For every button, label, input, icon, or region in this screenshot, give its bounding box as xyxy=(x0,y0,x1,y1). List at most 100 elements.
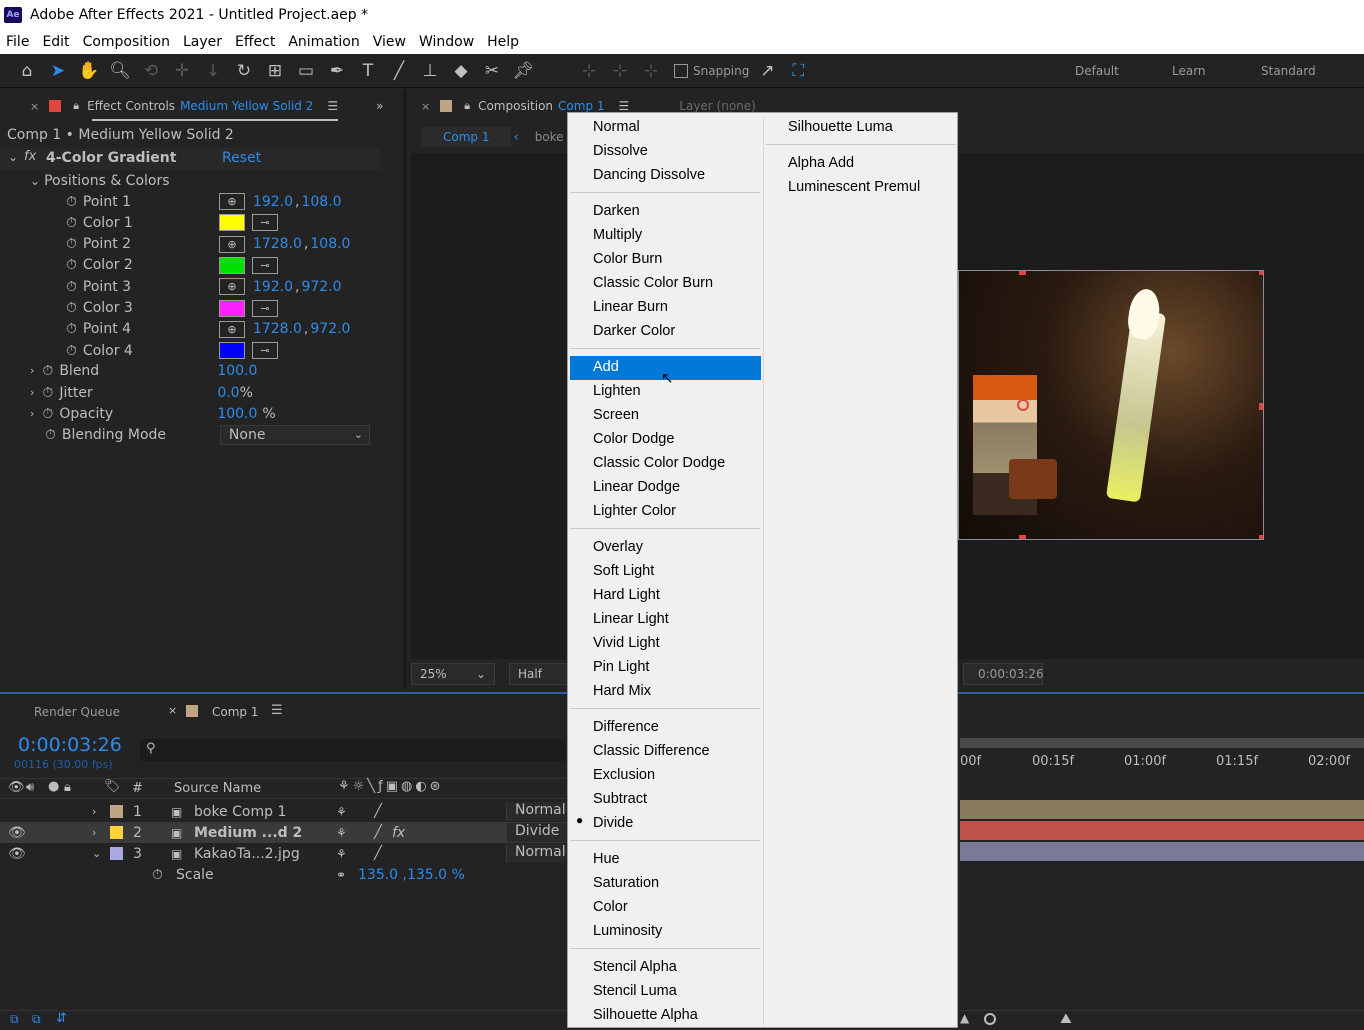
menu-animation[interactable]: Animation xyxy=(288,34,359,50)
point-x[interactable]: 192.0 xyxy=(253,279,293,295)
menu-item-luminosity[interactable]: Luminosity xyxy=(593,919,662,943)
menu-composition[interactable]: Composition xyxy=(83,34,170,50)
menu-item-classic-color-burn[interactable]: Classic Color Burn xyxy=(593,271,713,295)
composition-tab[interactable]: Composition xyxy=(478,99,553,113)
toggle-modes-icon[interactable]: ⇵ xyxy=(56,1011,67,1026)
snap-options-icon[interactable]: ↗ xyxy=(754,58,780,84)
menu-layer[interactable]: Layer xyxy=(183,34,222,50)
menu-item-overlay[interactable]: Overlay xyxy=(593,535,643,559)
menu-item-difference[interactable]: Difference xyxy=(593,715,659,739)
menu-item-vivid-light[interactable]: Vivid Light xyxy=(593,631,660,655)
menu-item-hue[interactable]: Hue xyxy=(593,847,620,871)
label-color[interactable] xyxy=(110,847,123,860)
color-swatch[interactable] xyxy=(218,342,245,360)
eraser-tool-icon[interactable]: ◆ xyxy=(448,58,474,84)
comp-flowchart-icon[interactable]: ⧉ xyxy=(10,1012,19,1027)
eye-icon[interactable]: 👁︎ xyxy=(8,780,25,795)
close-icon[interactable]: × xyxy=(30,100,39,113)
stopwatch-icon[interactable]: ⏱︎ xyxy=(66,257,77,273)
handle-br[interactable] xyxy=(1259,535,1263,539)
work-area-bar[interactable] xyxy=(960,738,1364,748)
opacity-row[interactable]: › ⏱︎ Opacity 100.0 % xyxy=(0,403,380,424)
menu-item-hard-light[interactable]: Hard Light xyxy=(593,583,660,607)
handle-bm[interactable] xyxy=(1019,535,1026,539)
axis-world-icon[interactable]: ⊹ xyxy=(607,58,633,84)
scale-row[interactable]: ⏱︎ Scale ⚭ 135.0 ,135.0 % xyxy=(0,864,566,885)
point-x[interactable]: 1728.0 xyxy=(253,236,302,252)
point-y[interactable]: 972.0 xyxy=(301,279,341,295)
chevron-left-icon[interactable]: ‹ xyxy=(513,130,518,145)
quality-switch-icon[interactable]: ╱ xyxy=(374,846,382,861)
panel-menu-icon[interactable]: ☰ xyxy=(619,99,630,113)
pan-camera-icon[interactable]: ✛ xyxy=(169,58,195,84)
zoom-slider[interactable] xyxy=(984,1013,996,1025)
axis-local-icon[interactable]: ⊹ xyxy=(576,58,602,84)
shy-switch-icon[interactable]: ⚘ xyxy=(336,826,347,840)
stopwatch-icon[interactable]: ⏱︎ xyxy=(66,343,77,359)
stopwatch-icon[interactable]: ⏱︎ xyxy=(152,867,163,883)
menu-item-darken[interactable]: Darken xyxy=(593,199,640,223)
crosshair-icon[interactable]: ⊕ xyxy=(218,193,245,210)
orbit-camera-icon[interactable]: ⟲ xyxy=(138,58,164,84)
stopwatch-icon[interactable]: ⏱︎ xyxy=(42,385,53,401)
menu-item-normal[interactable]: Normal xyxy=(593,115,640,139)
stopwatch-icon[interactable]: ⏱︎ xyxy=(66,194,77,210)
fx-icon[interactable]: fx xyxy=(24,149,36,164)
menu-item-stencil-alpha[interactable]: Stencil Alpha xyxy=(593,955,677,979)
menu-view[interactable]: View xyxy=(373,34,406,50)
effect-controls-tab[interactable]: Effect Controls xyxy=(87,99,175,113)
menu-item-silhouette-alpha[interactable]: Silhouette Alpha xyxy=(593,1003,698,1027)
expand-panels-icon[interactable]: » xyxy=(376,99,383,113)
switches-icon[interactable]: ⚘☼╲ƒ▣◍◐⊛ xyxy=(338,779,444,794)
prop-row-point-3[interactable]: ⏱︎ Point 3 ⊕ 192.0, 972.0 xyxy=(0,276,380,297)
menu-item-dancing-dissolve[interactable]: Dancing Dissolve xyxy=(593,163,705,187)
label-color[interactable] xyxy=(110,805,123,818)
scale-value[interactable]: 135.0 ,135.0 % xyxy=(358,867,465,883)
layer2-bar[interactable] xyxy=(960,821,1364,840)
lock-icon[interactable]: 🔒︎ xyxy=(64,780,71,795)
blend-value[interactable]: 100.0 xyxy=(217,363,257,379)
menu-item-lighten[interactable]: Lighten xyxy=(593,379,641,403)
menu-item-add[interactable]: Add xyxy=(593,355,619,379)
snapping-checkbox[interactable] xyxy=(674,63,688,78)
lock-icon[interactable]: 🔒︎ xyxy=(464,99,470,113)
jitter-value[interactable]: 0.0 xyxy=(217,385,239,401)
prop-row-color-1[interactable]: ⏱︎ Color 1 ⊸ xyxy=(0,212,380,233)
layer-mode[interactable]: Divide xyxy=(506,823,566,842)
source-name-header[interactable]: Source Name xyxy=(174,781,261,796)
zoom-tool-icon[interactable]: 🔍︎ xyxy=(107,58,133,84)
brush-tool-icon[interactable]: ╱ xyxy=(386,58,412,84)
dolly-camera-icon[interactable]: ↓ xyxy=(200,58,226,84)
crosshair-icon[interactable]: ⊕ xyxy=(218,278,245,296)
label-color[interactable] xyxy=(110,826,123,839)
color-swatch[interactable] xyxy=(218,256,245,274)
menu-item-soft-light[interactable]: Soft Light xyxy=(593,559,654,583)
workspace-default[interactable]: Default xyxy=(1075,64,1119,78)
render-queue-tab[interactable]: Render Queue xyxy=(34,705,120,719)
crosshair-icon[interactable]: ⊕ xyxy=(218,235,245,253)
menu-item-lighter-color[interactable]: Lighter Color xyxy=(593,499,676,523)
prop-row-color-3[interactable]: ⏱︎ Color 3 ⊸ xyxy=(0,298,380,319)
shy-switch-icon[interactable]: ⚘ xyxy=(336,805,347,819)
effect-header-row[interactable]: ⌄ fx 4-Color Gradient Reset xyxy=(0,148,380,170)
layer-panel-tab[interactable]: Layer (none) xyxy=(679,99,756,113)
anchor-point-icon[interactable] xyxy=(1017,399,1029,411)
puppet-pin-icon[interactable]: 📌︎ xyxy=(510,58,536,84)
handle-tr[interactable] xyxy=(1259,271,1263,275)
menu-item-screen[interactable]: Screen xyxy=(593,403,639,427)
point-x[interactable]: 192.0 xyxy=(253,194,293,210)
fx-switch-icon[interactable]: fx xyxy=(392,825,405,841)
prop-row-point-2[interactable]: ⏱︎ Point 2 ⊕ 1728.0, 108.0 xyxy=(0,234,380,255)
menu-item-pin-light[interactable]: Pin Light xyxy=(593,655,649,679)
rectangle-tool-icon[interactable]: ▭ xyxy=(293,58,319,84)
blend-row[interactable]: › ⏱︎ Blend 100.0 xyxy=(0,360,380,381)
eye-icon[interactable]: 👁︎ xyxy=(8,825,26,841)
current-time-display[interactable]: 0:00:03:26 xyxy=(963,663,1044,685)
handle-mr[interactable] xyxy=(1259,403,1263,410)
point-y[interactable]: 972.0 xyxy=(310,321,350,337)
menu-item-exclusion[interactable]: Exclusion xyxy=(593,763,655,787)
shy-switch-icon[interactable]: ⚘ xyxy=(336,847,347,861)
panel-menu-icon[interactable]: ☰ xyxy=(327,99,338,113)
menu-effect[interactable]: Effect xyxy=(235,34,275,50)
layer1-bar[interactable] xyxy=(960,800,1364,819)
